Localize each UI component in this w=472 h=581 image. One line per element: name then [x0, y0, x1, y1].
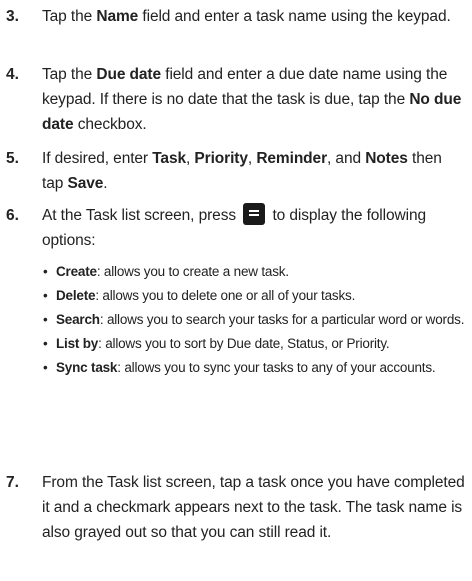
- list-item-create: • Create: allows you to create a new task…: [42, 263, 466, 281]
- bullet-icon: •: [43, 264, 48, 279]
- step-number: 3.: [6, 8, 19, 25]
- term-priority: Priority: [194, 150, 248, 167]
- step-3: 3. Tap the Name field and enter a task n…: [0, 4, 472, 54]
- term-task: Task: [152, 150, 186, 167]
- list-item-delete: • Delete: allows you to delete one or all…: [42, 287, 466, 305]
- term-save: Save: [67, 175, 104, 192]
- option-term: Delete: [56, 288, 96, 303]
- option-desc: : allows you to delete one or all of you…: [95, 288, 356, 303]
- step-number: 5.: [6, 150, 19, 167]
- bullet-icon: •: [43, 360, 48, 375]
- menu-key-icon: [243, 203, 266, 225]
- step-7: 7. From the Task list screen, tap a task…: [0, 470, 472, 575]
- option-term: List by: [56, 336, 99, 351]
- list-item-search: • Search: allows you to search your tasks…: [42, 311, 466, 329]
- step-text: Tap the Due date field and enter a due d…: [42, 66, 462, 133]
- option-desc: : allows you to sort by Due date, Status…: [98, 336, 390, 351]
- options-list: • Create: allows you to create a new task…: [42, 263, 466, 383]
- step-6: 6. At the Task list screen, press to dis…: [0, 203, 472, 438]
- step-number: 7.: [6, 474, 19, 491]
- step-4: 4. Tap the Due date field and enter a du…: [0, 62, 472, 137]
- step-number: 4.: [6, 66, 19, 83]
- option-term: Search: [56, 312, 100, 327]
- bullet-icon: •: [43, 288, 48, 303]
- step-text: From the Task list screen, tap a task on…: [42, 474, 465, 541]
- list-item-list-by: • List by: allows you to sort by Due date…: [42, 335, 466, 353]
- option-desc: : allows you to create a new task.: [96, 264, 289, 279]
- step-text: At the Task list screen, press to displa…: [42, 203, 466, 253]
- list-item-sync-task: • Sync task: allows you to sync your task…: [42, 359, 466, 377]
- step-text: If desired, enter Task, Priority, Remind…: [42, 150, 442, 192]
- term-due-date: Due date: [96, 66, 162, 83]
- option-term: Sync task: [56, 360, 118, 375]
- step-number: 6.: [6, 207, 19, 224]
- term-notes: Notes: [365, 150, 408, 167]
- term-reminder: Reminder: [256, 150, 328, 167]
- option-term: Create: [56, 264, 97, 279]
- step-text: Tap the Name field and enter a task name…: [42, 8, 451, 25]
- option-desc: : allows you to sync your tasks to any o…: [117, 360, 436, 375]
- bullet-icon: •: [43, 336, 48, 351]
- option-desc: : allows you to search your tasks for a …: [99, 312, 465, 327]
- bullet-icon: •: [43, 312, 48, 327]
- term-name: Name: [96, 8, 139, 25]
- step-5: 5. If desired, enter Task, Priority, Rem…: [0, 146, 472, 196]
